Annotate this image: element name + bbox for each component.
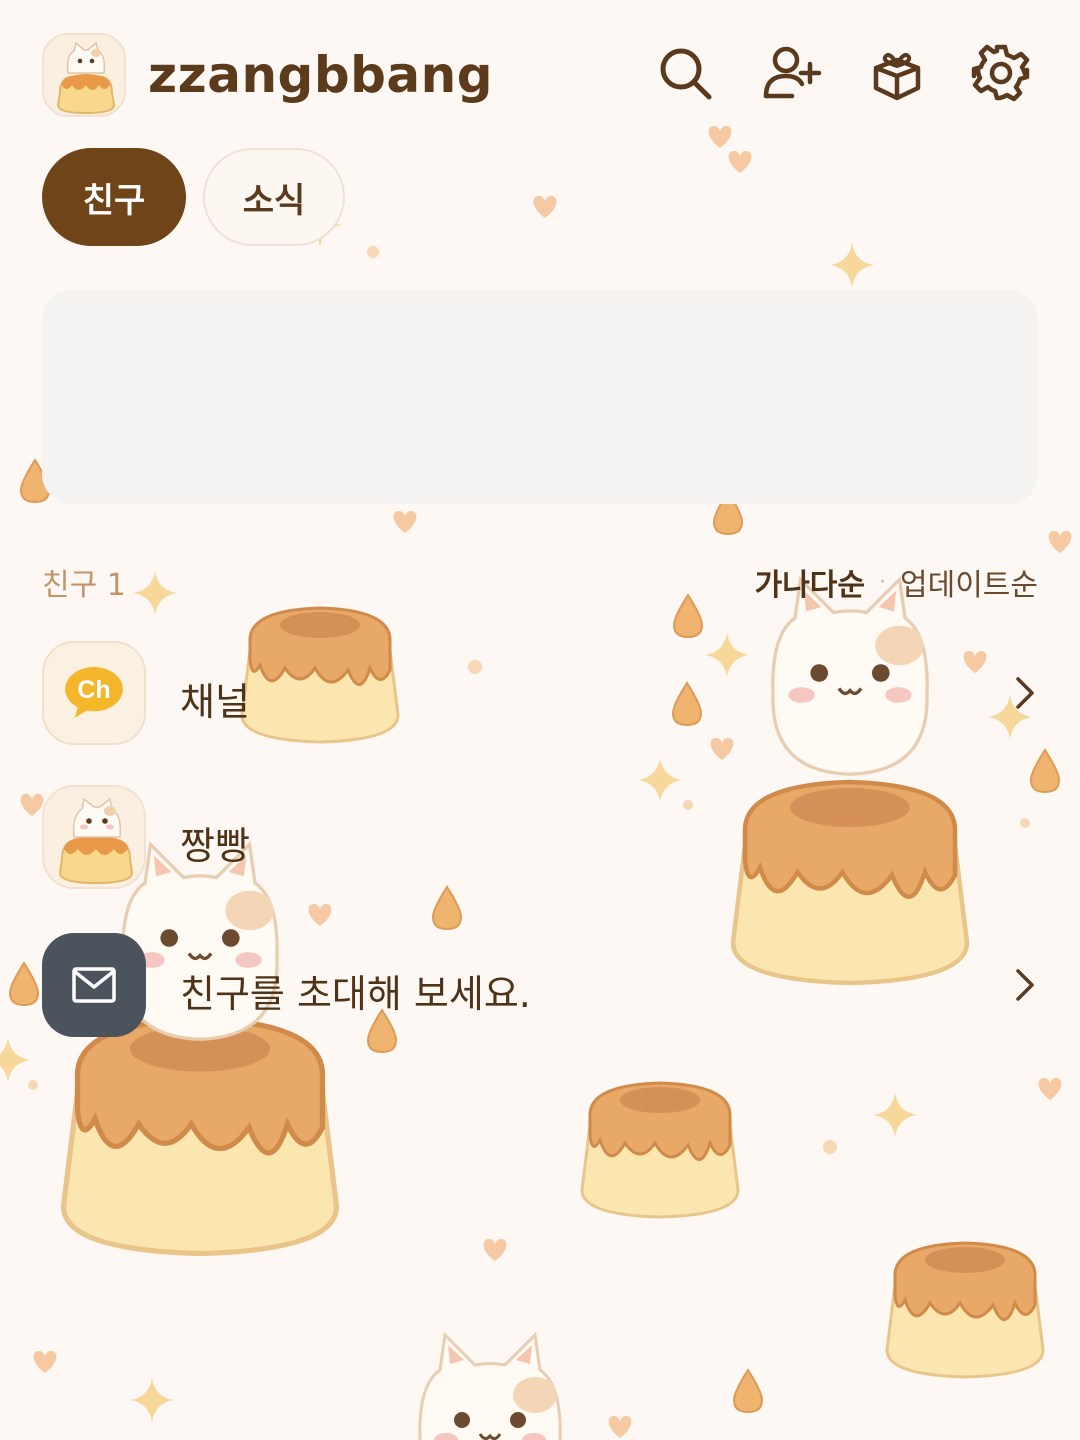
tab-news[interactable]: 소식 <box>203 148 345 246</box>
cat-pudding-avatar <box>42 785 146 889</box>
sort-alphabetical[interactable]: 가나다순 <box>755 560 865 604</box>
chevron-right-icon <box>1016 969 1034 1001</box>
envelope-icon <box>72 967 116 1003</box>
list-item-channel[interactable]: Ch 채널 <box>0 641 1080 751</box>
list-item-label: 채널 <box>180 680 250 724</box>
profile-name: zzangbbang <box>148 46 494 104</box>
settings-icon[interactable] <box>970 42 1032 104</box>
tab-friends[interactable]: 친구 <box>42 148 186 246</box>
list-item-label: 친구를 초대해 보세요. <box>180 972 531 1016</box>
gift-icon[interactable] <box>866 42 928 104</box>
invite-avatar <box>42 933 146 1037</box>
profile-avatar[interactable] <box>42 33 126 117</box>
banner-placeholder[interactable] <box>42 290 1038 504</box>
sort-options: 가나다순 · 업데이트순 <box>755 560 1038 604</box>
top-header: zzangbbang <box>0 0 1080 150</box>
chevron-right-icon <box>1016 677 1034 709</box>
list-item-friend[interactable]: 짱빵 <box>0 785 1080 895</box>
list-item-label: 짱빵 <box>180 824 250 868</box>
add-friend-icon[interactable] <box>762 42 824 104</box>
sort-by-update[interactable]: 업데이트순 <box>900 560 1038 604</box>
sort-separator: · <box>879 569 886 595</box>
friends-count-label: 친구 1 <box>42 568 126 603</box>
channel-icon: Ch <box>65 667 123 718</box>
search-icon[interactable] <box>654 42 716 104</box>
channel-avatar: Ch <box>42 641 146 745</box>
channel-icon-text: Ch <box>77 676 110 704</box>
list-item-invite[interactable]: 친구를 초대해 보세요. <box>0 933 1080 1043</box>
